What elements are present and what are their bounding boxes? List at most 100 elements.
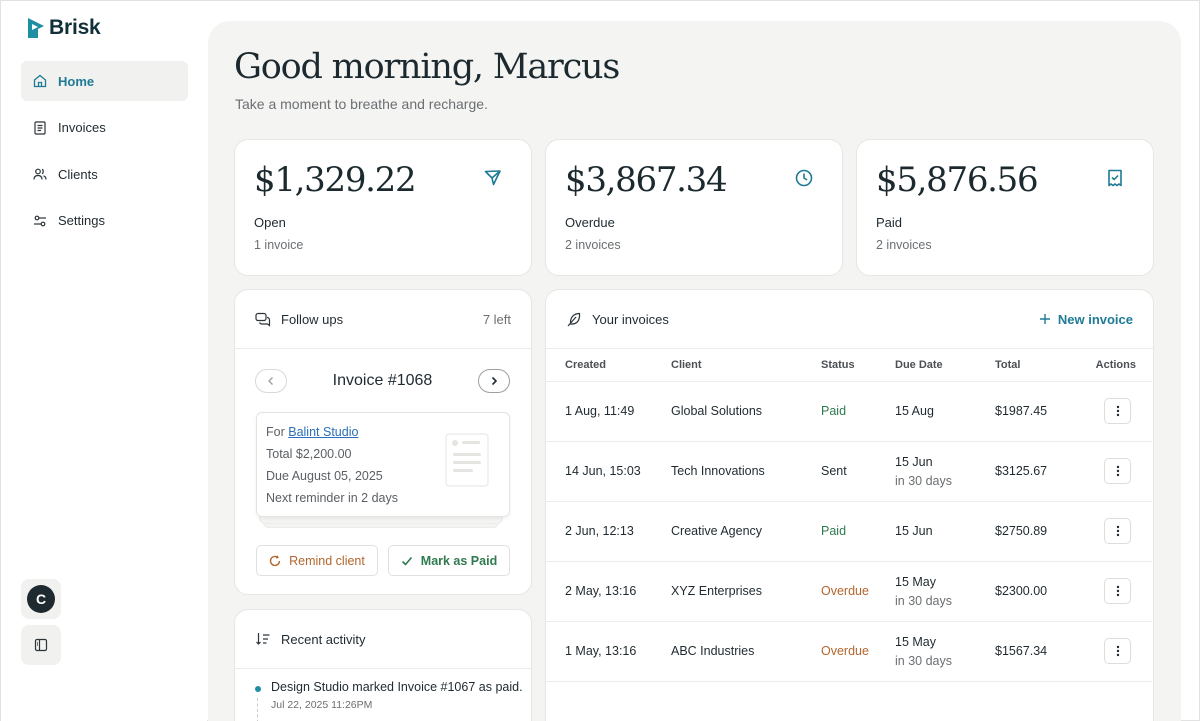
column-header-actions: Actions	[1085, 349, 1152, 382]
sidebar-item-label: Clients	[58, 166, 98, 182]
cell-created: 14 Jun, 15:03	[546, 441, 671, 502]
recent-activity-card: Recent activity Design Studio marked Inv…	[234, 609, 532, 721]
remind-client-button[interactable]: Remind client	[256, 545, 378, 576]
cell-due-date: 15 May in 30 days	[895, 621, 995, 682]
receipt-check-icon	[1108, 169, 1122, 187]
collapse-sidebar-button[interactable]	[21, 625, 61, 665]
sidebar-item-home[interactable]: Home	[21, 61, 188, 101]
account-button[interactable]: C	[21, 579, 61, 619]
page-title: Good morning, Marcus	[234, 47, 620, 87]
cell-total: $1987.45	[995, 381, 1085, 442]
cell-due-date: 15 May in 30 days	[895, 561, 995, 622]
document-icon	[33, 120, 47, 135]
table-header-row: Created Client Status Due Date Total Act…	[546, 349, 1152, 382]
recent-activity-header: Recent activity	[235, 610, 531, 669]
cell-actions	[1085, 561, 1152, 622]
invoice-due: Due August 05, 2025	[266, 469, 383, 483]
due-relative: in 30 days	[895, 473, 952, 488]
follow-up-invoice-card[interactable]: For Balint Studio Total $2,200.00 Due Au…	[256, 412, 510, 517]
activity-time: Jul 22, 2025 11:26PM	[271, 699, 373, 711]
column-header-created[interactable]: Created	[546, 349, 671, 382]
chevron-right-icon	[491, 376, 498, 386]
invoices-header: Your invoices New invoice	[546, 290, 1153, 349]
cell-due-date: 15 Jun in 30 days	[895, 441, 995, 502]
new-invoice-button[interactable]: New invoice	[1039, 312, 1133, 327]
due-date: 15 Aug	[895, 404, 934, 418]
table-row[interactable]: 2 May, 13:16 XYZ Enterprises Overdue 15 …	[546, 561, 1152, 622]
sidebar-nav: Home Invoices Clients Settings	[21, 61, 188, 247]
cell-created: 2 Jun, 12:13	[546, 501, 671, 562]
row-actions-button[interactable]	[1104, 578, 1131, 604]
recent-activity-title: Recent activity	[281, 631, 366, 647]
cell-actions	[1085, 621, 1152, 682]
mark-as-paid-label: Mark as Paid	[420, 553, 498, 568]
column-header-total[interactable]: Total	[995, 349, 1085, 382]
more-vertical-icon	[1116, 405, 1119, 417]
feather-icon	[567, 312, 581, 327]
next-invoice-button[interactable]	[478, 369, 510, 393]
stat-label: Paid	[876, 215, 903, 230]
row-actions-button[interactable]	[1104, 638, 1131, 664]
invoices-table: Created Client Status Due Date Total Act…	[546, 349, 1152, 682]
invoices-title: Your invoices	[592, 311, 669, 327]
client-link[interactable]: Balint Studio	[288, 425, 358, 439]
stat-label: Overdue	[565, 215, 615, 230]
stat-card-paid[interactable]: $5,876.56 Paid 2 invoices	[856, 139, 1154, 276]
sidebar-item-invoices[interactable]: Invoices	[21, 108, 188, 148]
stat-sub: 2 invoices	[876, 238, 932, 252]
stat-amount: $5,876.56	[876, 160, 1039, 200]
plus-icon	[1039, 314, 1050, 324]
activity-timeline	[257, 698, 258, 721]
sidebar-item-settings[interactable]: Settings	[21, 201, 188, 241]
table-row[interactable]: 14 Jun, 15:03 Tech Innovations Sent 15 J…	[546, 441, 1152, 502]
stat-sub: 1 invoice	[254, 238, 304, 252]
invoice-client-line: For Balint Studio	[266, 425, 358, 439]
due-date: 15 Jun	[895, 524, 933, 538]
sidebar: Brisk Home Invoices Clients Settings C	[1, 1, 207, 721]
more-vertical-icon	[1116, 645, 1119, 657]
stat-card-open[interactable]: $1,329.22 Open 1 invoice	[234, 139, 532, 276]
status-badge: Overdue	[821, 561, 895, 622]
row-actions-button[interactable]	[1104, 518, 1131, 544]
table-row[interactable]: 1 Aug, 11:49 Global Solutions Paid 15 Au…	[546, 381, 1152, 442]
activity-text: Design Studio marked Invoice #1067 as pa…	[271, 680, 523, 694]
table-row[interactable]: 2 Jun, 12:13 Creative Agency Paid 15 Jun…	[546, 501, 1152, 562]
sidebar-toggle-icon	[34, 638, 48, 652]
row-actions-button[interactable]	[1104, 458, 1131, 484]
activity-dot	[255, 686, 261, 692]
table-row[interactable]: 1 May, 13:16 ABC Industries Overdue 15 M…	[546, 621, 1152, 682]
due-date: 15 Jun	[895, 454, 933, 469]
stat-label: Open	[254, 215, 286, 230]
invoice-pager: Invoice #1068	[255, 368, 510, 394]
brisk-logo-icon	[28, 18, 44, 38]
invoices-card: Your invoices New invoice Created Client…	[545, 289, 1154, 721]
sidebar-item-label: Invoices	[58, 120, 106, 135]
more-vertical-icon	[1116, 525, 1119, 537]
cell-total: $3125.67	[995, 441, 1085, 502]
row-actions-button[interactable]	[1104, 398, 1131, 424]
sidebar-item-clients[interactable]: Clients	[21, 154, 188, 194]
previous-invoice-button[interactable]	[255, 369, 287, 393]
chat-bubbles-icon	[255, 312, 271, 327]
status-badge: Overdue	[821, 621, 895, 682]
mark-as-paid-button[interactable]: Mark as Paid	[388, 545, 510, 576]
follow-up-invoice-title: Invoice #1068	[332, 372, 433, 389]
stat-amount: $3,867.34	[565, 160, 728, 200]
brand-logo[interactable]: Brisk	[27, 16, 101, 40]
status-badge: Paid	[821, 501, 895, 562]
column-header-status[interactable]: Status	[821, 349, 895, 382]
invoice-document-icon	[445, 433, 489, 487]
cell-created: 1 May, 13:16	[546, 621, 671, 682]
follow-ups-card: Follow ups 7 left Invoice #1068 For Bali…	[234, 289, 532, 595]
cell-due-date: 15 Jun	[895, 501, 995, 562]
column-header-due-date[interactable]: Due Date	[895, 349, 995, 382]
more-vertical-icon	[1116, 585, 1119, 597]
column-header-client[interactable]: Client	[671, 349, 821, 382]
cell-client: ABC Industries	[671, 621, 821, 682]
cell-total: $2300.00	[995, 561, 1085, 622]
status-badge: Paid	[821, 381, 895, 442]
home-icon	[33, 74, 47, 88]
stat-card-overdue[interactable]: $3,867.34 Overdue 2 invoices	[545, 139, 843, 276]
refresh-icon	[269, 554, 281, 566]
status-badge: Sent	[821, 441, 895, 502]
